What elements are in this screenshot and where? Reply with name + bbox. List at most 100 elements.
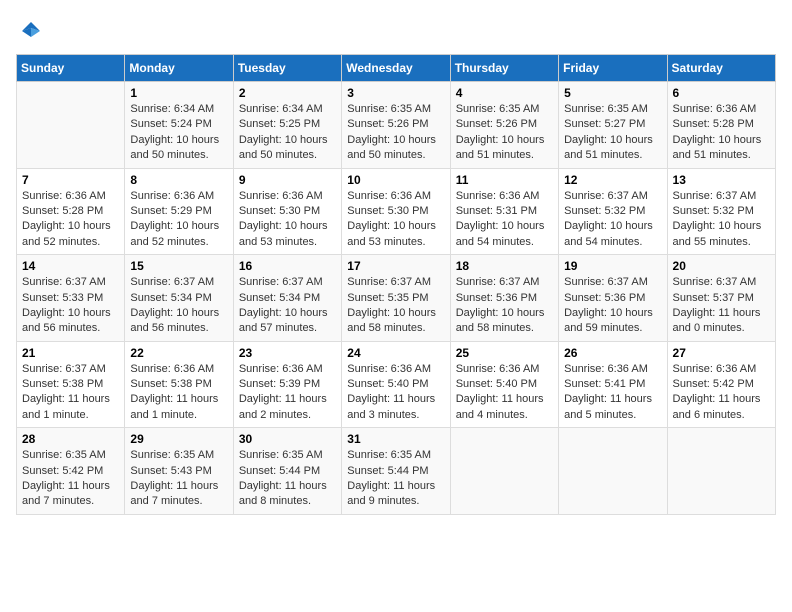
day-content: Sunrise: 6:37 AMSunset: 5:38 PMDaylight:… [22,362,119,424]
calendar-cell: 9 Sunrise: 6:36 AMSunset: 5:30 PMDaylight… [233,168,341,255]
calendar-week-row: 14Sunrise: 6:37 AMSunset: 5:33 PMDayligh… [17,255,776,342]
day-header-wednesday: Wednesday [342,55,450,82]
day-header-sunday: Sunday [17,55,125,82]
day-number: 6 [673,86,770,100]
calendar-cell [559,428,667,515]
calendar-week-row: 7 Sunrise: 6:36 AMSunset: 5:28 PMDaylight… [17,168,776,255]
day-number: 13 [673,173,770,187]
day-content: Sunrise: 6:35 AMSunset: 5:27 PMDaylight:… [564,102,661,164]
calendar-cell: 21Sunrise: 6:37 AMSunset: 5:38 PMDayligh… [17,341,125,428]
day-content: Sunrise: 6:36 AMSunset: 5:31 PMDaylight:… [456,189,553,251]
day-number: 16 [239,259,336,273]
day-number: 24 [347,346,444,360]
day-number: 29 [130,432,227,446]
day-content: Sunrise: 6:37 AMSunset: 5:32 PMDaylight:… [673,189,770,251]
calendar-cell: 16Sunrise: 6:37 AMSunset: 5:34 PMDayligh… [233,255,341,342]
logo [16,16,50,46]
day-number: 31 [347,432,444,446]
day-content: Sunrise: 6:35 AMSunset: 5:42 PMDaylight:… [22,448,119,510]
day-content: Sunrise: 6:37 AMSunset: 5:37 PMDaylight:… [673,275,770,337]
calendar-cell [450,428,558,515]
calendar-table: SundayMondayTuesdayWednesdayThursdayFrid… [16,54,776,515]
day-header-saturday: Saturday [667,55,775,82]
day-header-tuesday: Tuesday [233,55,341,82]
day-content: Sunrise: 6:36 AMSunset: 5:41 PMDaylight:… [564,362,661,424]
day-content: Sunrise: 6:35 AMSunset: 5:26 PMDaylight:… [347,102,444,164]
day-content: Sunrise: 6:36 AMSunset: 5:30 PMDaylight:… [347,189,444,251]
day-number: 23 [239,346,336,360]
calendar-cell: 12 Sunrise: 6:37 AMSunset: 5:32 PMDayligh… [559,168,667,255]
day-number: 4 [456,86,553,100]
calendar-cell: 26 Sunrise: 6:36 AMSunset: 5:41 PMDayligh… [559,341,667,428]
calendar-cell: 19 Sunrise: 6:37 AMSunset: 5:36 PMDayligh… [559,255,667,342]
day-number: 11 [456,173,553,187]
calendar-cell: 30 Sunrise: 6:35 AMSunset: 5:44 PMDayligh… [233,428,341,515]
calendar-cell: 17 Sunrise: 6:37 AMSunset: 5:35 PMDayligh… [342,255,450,342]
day-content: Sunrise: 6:36 AMSunset: 5:38 PMDaylight:… [130,362,227,424]
day-content: Sunrise: 6:36 AMSunset: 5:28 PMDaylight:… [22,189,119,251]
day-content: Sunrise: 6:37 AMSunset: 5:35 PMDaylight:… [347,275,444,337]
calendar-cell: 20 Sunrise: 6:37 AMSunset: 5:37 PMDayligh… [667,255,775,342]
day-number: 8 [130,173,227,187]
day-content: Sunrise: 6:34 AMSunset: 5:25 PMDaylight:… [239,102,336,164]
day-content: Sunrise: 6:35 AMSunset: 5:44 PMDaylight:… [347,448,444,510]
day-number: 18 [456,259,553,273]
day-number: 17 [347,259,444,273]
day-number: 14 [22,259,119,273]
calendar-cell [17,82,125,169]
day-number: 27 [673,346,770,360]
day-number: 30 [239,432,336,446]
day-number: 28 [22,432,119,446]
day-number: 19 [564,259,661,273]
calendar-cell: 11 Sunrise: 6:36 AMSunset: 5:31 PMDayligh… [450,168,558,255]
calendar-week-row: 1Sunrise: 6:34 AMSunset: 5:24 PMDaylight… [17,82,776,169]
calendar-week-row: 21Sunrise: 6:37 AMSunset: 5:38 PMDayligh… [17,341,776,428]
day-content: Sunrise: 6:37 AMSunset: 5:36 PMDaylight:… [564,275,661,337]
day-number: 7 [22,173,119,187]
calendar-cell: 15Sunrise: 6:37 AMSunset: 5:34 PMDayligh… [125,255,233,342]
day-content: Sunrise: 6:34 AMSunset: 5:24 PMDaylight:… [130,102,227,164]
day-number: 22 [130,346,227,360]
day-content: Sunrise: 6:36 AMSunset: 5:28 PMDaylight:… [673,102,770,164]
calendar-cell: 6 Sunrise: 6:36 AMSunset: 5:28 PMDaylight… [667,82,775,169]
calendar-cell: 27 Sunrise: 6:36 AMSunset: 5:42 PMDayligh… [667,341,775,428]
calendar-cell: 3 Sunrise: 6:35 AMSunset: 5:26 PMDaylight… [342,82,450,169]
day-number: 15 [130,259,227,273]
calendar-cell: 4 Sunrise: 6:35 AMSunset: 5:26 PMDaylight… [450,82,558,169]
calendar-cell: 29 Sunrise: 6:35 AMSunset: 5:43 PMDayligh… [125,428,233,515]
calendar-cell: 31 Sunrise: 6:35 AMSunset: 5:44 PMDayligh… [342,428,450,515]
day-content: Sunrise: 6:35 AMSunset: 5:26 PMDaylight:… [456,102,553,164]
calendar-cell: 5Sunrise: 6:35 AMSunset: 5:27 PMDaylight… [559,82,667,169]
day-header-friday: Friday [559,55,667,82]
calendar-cell: 7 Sunrise: 6:36 AMSunset: 5:28 PMDaylight… [17,168,125,255]
day-content: Sunrise: 6:36 AMSunset: 5:42 PMDaylight:… [673,362,770,424]
day-number: 2 [239,86,336,100]
calendar-cell: 13 Sunrise: 6:37 AMSunset: 5:32 PMDayligh… [667,168,775,255]
day-content: Sunrise: 6:36 AMSunset: 5:40 PMDaylight:… [347,362,444,424]
day-number: 12 [564,173,661,187]
day-number: 26 [564,346,661,360]
calendar-cell: 18 Sunrise: 6:37 AMSunset: 5:36 PMDayligh… [450,255,558,342]
page-header [16,16,776,46]
day-number: 20 [673,259,770,273]
logo-icon [16,16,46,46]
day-content: Sunrise: 6:37 AMSunset: 5:32 PMDaylight:… [564,189,661,251]
day-number: 3 [347,86,444,100]
calendar-cell: 1Sunrise: 6:34 AMSunset: 5:24 PMDaylight… [125,82,233,169]
calendar-cell: 22 Sunrise: 6:36 AMSunset: 5:38 PMDayligh… [125,341,233,428]
calendar-cell: 25Sunrise: 6:36 AMSunset: 5:40 PMDayligh… [450,341,558,428]
day-content: Sunrise: 6:36 AMSunset: 5:40 PMDaylight:… [456,362,553,424]
day-content: Sunrise: 6:36 AMSunset: 5:30 PMDaylight:… [239,189,336,251]
calendar-cell: 14Sunrise: 6:37 AMSunset: 5:33 PMDayligh… [17,255,125,342]
day-header-monday: Monday [125,55,233,82]
day-header-thursday: Thursday [450,55,558,82]
day-content: Sunrise: 6:36 AMSunset: 5:29 PMDaylight:… [130,189,227,251]
day-number: 10 [347,173,444,187]
calendar-cell: 24 Sunrise: 6:36 AMSunset: 5:40 PMDayligh… [342,341,450,428]
day-content: Sunrise: 6:35 AMSunset: 5:43 PMDaylight:… [130,448,227,510]
calendar-week-row: 28 Sunrise: 6:35 AMSunset: 5:42 PMDayligh… [17,428,776,515]
day-content: Sunrise: 6:37 AMSunset: 5:36 PMDaylight:… [456,275,553,337]
calendar-header-row: SundayMondayTuesdayWednesdayThursdayFrid… [17,55,776,82]
day-content: Sunrise: 6:35 AMSunset: 5:44 PMDaylight:… [239,448,336,510]
day-number: 9 [239,173,336,187]
